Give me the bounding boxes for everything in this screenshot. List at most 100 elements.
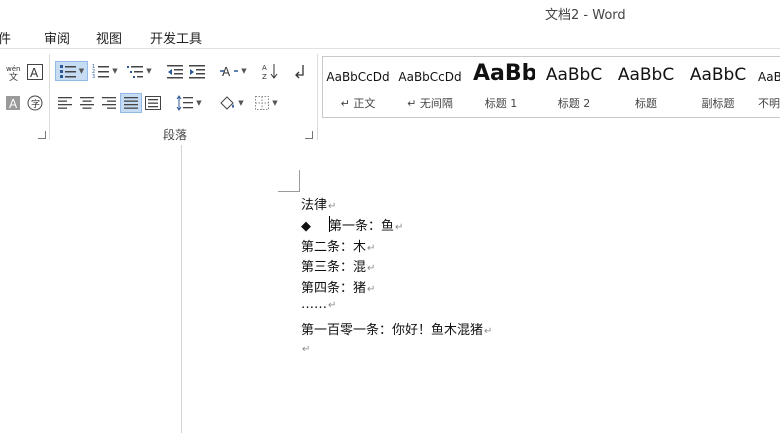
svg-text:wén: wén: [6, 65, 20, 73]
paragraph-group-label: 段落: [163, 128, 188, 142]
style-name: ↵ 正文: [340, 97, 376, 110]
style-sample: AaBbCcDd: [398, 70, 462, 84]
justify-icon: [124, 97, 138, 109]
doc-line[interactable]: 第四条：猪↵: [301, 277, 375, 296]
doc-line[interactable]: 第三条：混↵: [301, 256, 375, 275]
svg-text:Z: Z: [262, 73, 267, 80]
svg-text:A: A: [222, 65, 231, 79]
style-subtitle[interactable]: AaBbC 副标题: [683, 57, 753, 117]
group-separator: [317, 54, 318, 140]
margin-corner-mark: [278, 170, 300, 192]
decrease-indent-icon: [167, 65, 183, 79]
paragraph-mark: ↵: [367, 243, 376, 254]
style-sample: AaBbC: [545, 65, 603, 85]
distributed-button[interactable]: [143, 93, 163, 113]
character-shading-button[interactable]: A: [3, 93, 23, 113]
style-heading-2[interactable]: AaBbC 标题 2: [539, 57, 609, 117]
doc-line-title[interactable]: 法律↵: [301, 194, 336, 213]
chevron-down-icon: ▼: [78, 67, 85, 75]
paragraph-mark: ↵: [302, 344, 311, 355]
borders-button[interactable]: ▼: [250, 93, 282, 113]
group-separator: [49, 54, 50, 140]
tab-review[interactable]: 审阅: [44, 28, 70, 47]
line-text: 第三条：混: [301, 260, 367, 275]
align-center-icon: [80, 97, 94, 109]
phonetic-guide-icon: wén 文: [6, 65, 20, 81]
tab-view[interactable]: 视图: [96, 28, 122, 47]
style-title[interactable]: AaBbC 标题: [611, 57, 681, 117]
line-spacing-icon: [176, 95, 194, 111]
line-spacing-button[interactable]: ▼: [173, 93, 205, 113]
decrease-indent-button[interactable]: [165, 61, 185, 81]
bullet-list-icon: [59, 65, 76, 78]
style-heading-1[interactable]: AaBb 标题 1: [467, 57, 535, 117]
distributed-icon: [145, 96, 161, 110]
style-name: ↵ 无间隔: [407, 97, 453, 110]
doc-line[interactable]: ……↵: [301, 297, 336, 312]
line-text: 法律: [301, 198, 328, 213]
paragraph-mark: ↵: [484, 326, 493, 337]
increase-indent-button[interactable]: [187, 61, 207, 81]
paint-bucket-icon: [220, 96, 235, 110]
doc-line-bulleted[interactable]: ◆ 第一条：鱼↵: [301, 215, 403, 234]
text-cursor: [329, 216, 330, 232]
chevron-down-icon: ▼: [272, 99, 278, 107]
align-left-button[interactable]: [55, 93, 75, 113]
increase-indent-icon: [189, 65, 205, 79]
paragraph-mark-icon: [295, 65, 304, 79]
svg-text:A: A: [9, 97, 18, 111]
chinese-layout-button[interactable]: A ▼: [218, 61, 248, 81]
paragraph-mark: ↵: [367, 263, 376, 274]
show-hide-marks-button[interactable]: [290, 61, 310, 81]
paragraph-mark: ↵: [367, 284, 376, 295]
svg-text:字: 字: [31, 98, 40, 110]
justify-button[interactable]: [120, 93, 142, 113]
line-text: 第四条：猪: [301, 281, 367, 296]
shading-button[interactable]: ▼: [215, 93, 247, 113]
doc-line-empty[interactable]: ↵: [301, 341, 310, 356]
style-name: 不明: [758, 97, 780, 110]
character-shading-icon: A: [6, 96, 20, 111]
enclose-characters-button[interactable]: 字: [25, 93, 45, 113]
title-bar: 文档2 - Word: [0, 0, 780, 26]
character-border-button[interactable]: A: [25, 62, 45, 82]
doc-line[interactable]: 第一百零一条：你好！鱼木混猪↵: [301, 319, 492, 338]
style-sample: AaBbCcDd: [326, 70, 390, 84]
doc-line[interactable]: 第二条：木↵: [301, 236, 375, 255]
align-center-button[interactable]: [77, 93, 97, 113]
tab-developer[interactable]: 开发工具: [150, 28, 202, 47]
tab-insert-partial[interactable]: 件: [0, 28, 11, 47]
style-name: 标题 1: [484, 97, 518, 110]
style-subtle-emphasis[interactable]: AaBl 不明: [755, 57, 780, 117]
multilevel-list-button[interactable]: ▼: [124, 61, 154, 81]
paragraph-dialog-launcher-icon[interactable]: [305, 131, 313, 139]
font-dialog-launcher-icon[interactable]: [38, 131, 46, 139]
line-text: ……: [301, 297, 327, 312]
svg-text:文: 文: [9, 71, 18, 81]
chevron-down-icon: ▼: [112, 67, 118, 75]
numbering-button[interactable]: 1 2 3 ▼: [90, 61, 120, 81]
paragraph-mark: ↵: [395, 222, 404, 233]
phonetic-guide-button[interactable]: wén 文: [4, 62, 24, 82]
navigation-pane-area: [0, 145, 182, 433]
document-page[interactable]: [182, 145, 780, 433]
character-border-icon: A: [27, 64, 43, 80]
style-name: 副标题: [701, 97, 735, 110]
bullets-button[interactable]: ▼: [55, 61, 88, 81]
chevron-down-icon: ▼: [241, 67, 247, 75]
styles-gallery: AaBbCcDd ↵ 正文 AaBbCcDd ↵ 无间隔 AaBb 标题 1 A…: [322, 56, 780, 118]
align-right-button[interactable]: [99, 93, 119, 113]
multilevel-list-icon: [127, 66, 144, 78]
align-left-icon: [58, 97, 72, 109]
svg-text:3: 3: [92, 74, 95, 79]
paragraph-mark: ↵: [328, 201, 337, 212]
style-no-spacing[interactable]: AaBbCcDd ↵ 无间隔: [395, 57, 465, 117]
style-sample: AaBb: [473, 61, 535, 86]
style-name: 标题 2: [557, 97, 591, 110]
chinese-layout-icon: A: [220, 65, 239, 79]
align-right-icon: [102, 97, 116, 109]
svg-text:A: A: [30, 66, 39, 80]
sort-button[interactable]: A Z: [260, 61, 280, 81]
svg-text:A: A: [262, 64, 267, 72]
style-normal[interactable]: AaBbCcDd ↵ 正文: [323, 57, 393, 117]
